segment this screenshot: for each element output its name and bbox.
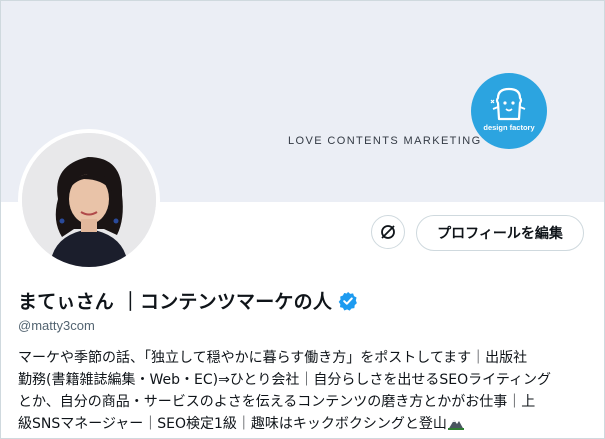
bio-line-text: 級SNSマネージャー｜SEO検定1級｜趣味はキックボクシングと登山 [18, 416, 447, 432]
mountain-icon [447, 420, 464, 430]
bio-line: マーケや季節の話、「独立して穏やかに暮らす働き方」をポストしてます｜出版社 [18, 350, 528, 366]
logo-wordmark: design factory [483, 123, 535, 132]
display-name: まてぃさん ｜コンテンツマーケの人 [18, 291, 333, 313]
verified-badge-icon[interactable] [338, 291, 358, 311]
no-notifications-icon [381, 225, 395, 239]
toast-mascot-icon [490, 87, 526, 121]
avatar[interactable] [22, 133, 156, 267]
design-factory-logo: design factory [471, 73, 547, 149]
notifications-button[interactable] [371, 215, 405, 249]
banner-tagline: LOVE CONTENTS MARKETING [288, 135, 482, 147]
profile-name-row: まてぃさん ｜コンテンツマーケの人 [18, 287, 358, 314]
edit-profile-button[interactable]: プロフィールを編集 [416, 215, 584, 251]
avatar-photo [22, 133, 156, 267]
bio-line: とか、自分の商品・サービスのよさを伝えるコンテンツの磨き方とかがお仕事｜上 [18, 394, 536, 410]
bio-line-last: 級SNSマネージャー｜SEO検定1級｜趣味はキックボクシングと登山 [18, 413, 603, 435]
profile-handle: @matty3com [18, 318, 95, 333]
profile-bio: マーケや季節の話、「独立して穏やかに暮らす働き方」をポストしてます｜出版社 勤務… [18, 347, 603, 435]
bio-line: 勤務(書籍雑誌編集・Web・EC)⇒ひとり会社｜自分らしさを出せるSEOライティ… [18, 372, 552, 388]
